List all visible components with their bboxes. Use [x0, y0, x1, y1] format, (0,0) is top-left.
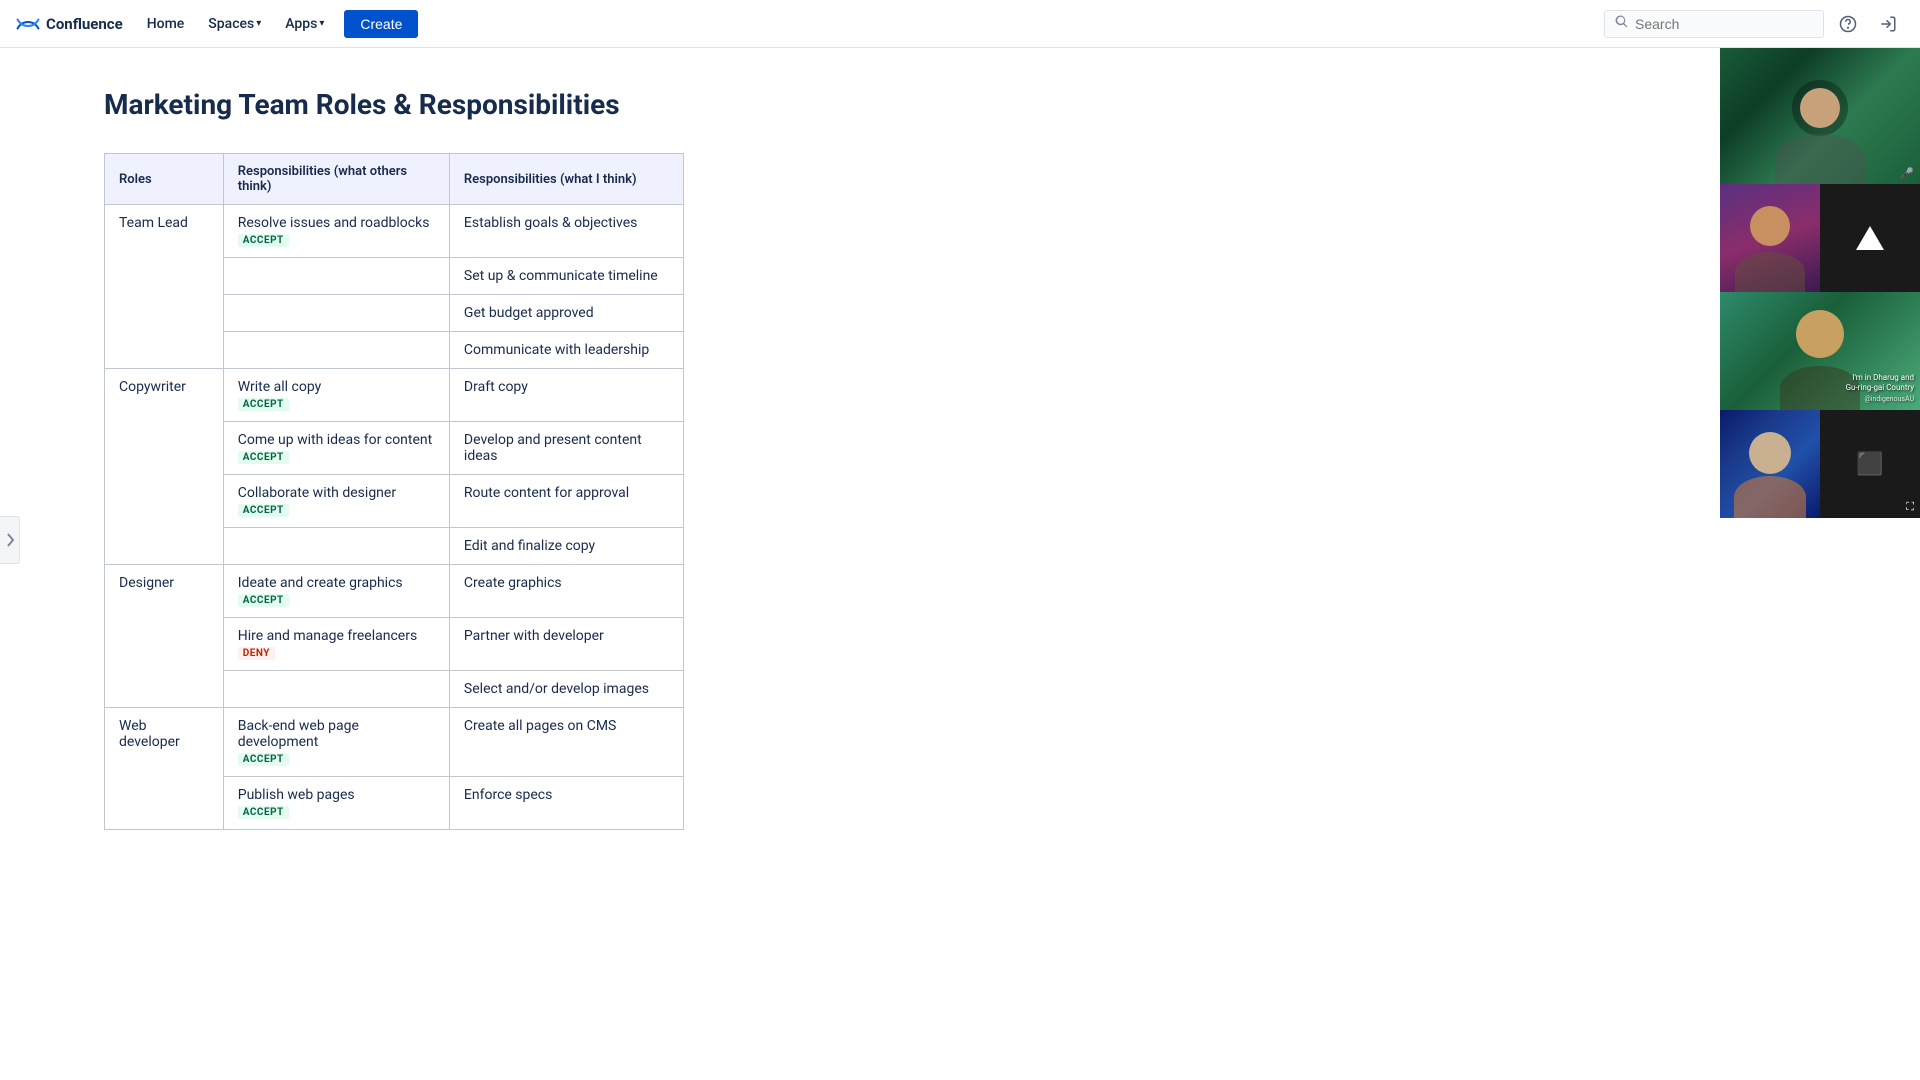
video-tile-2 — [1720, 184, 1820, 292]
mine-cell: Partner with developer — [449, 618, 683, 671]
others-cell: Hire and manage freelancers DENY — [223, 618, 449, 671]
status-badge: ACCEPT — [238, 753, 289, 766]
create-button[interactable]: Create — [344, 10, 418, 38]
mine-cell: Set up & communicate timeline — [449, 258, 683, 295]
settings-icon-6: ⛶ — [1906, 500, 1914, 514]
mine-cell: Create graphics — [449, 565, 683, 618]
status-badge: ACCEPT — [238, 451, 289, 464]
apps-chevron-icon: ▾ — [319, 18, 324, 29]
search-box[interactable] — [1604, 10, 1824, 38]
others-cell — [223, 671, 449, 708]
others-cell: Write all copy ACCEPT — [223, 369, 449, 422]
confluence-wordmark: Confluence — [46, 15, 123, 33]
responsibility-text: Hire and manage freelancers — [238, 628, 417, 644]
others-cell: Resolve issues and roadblocks ACCEPT — [223, 205, 449, 258]
page-title: Marketing Team Roles & Responsibilities — [104, 88, 1184, 121]
sidebar-toggle[interactable] — [0, 516, 20, 564]
col-mine: Responsibilities (what I think) — [449, 154, 683, 205]
col-roles: Roles — [105, 154, 224, 205]
mine-cell: Select and/or develop images — [449, 671, 683, 708]
video-tile-4: I'm in Dharug andGu-ring-gai Country@ind… — [1720, 292, 1920, 410]
responsibility-text: Back-end web page development — [238, 718, 359, 750]
table-row: CopywriterWrite all copyACCEPTDraft copy — [105, 369, 684, 422]
video-tile-3 — [1820, 184, 1920, 292]
help-button[interactable] — [1832, 8, 1864, 40]
confluence-logo[interactable]: Confluence — [16, 12, 123, 36]
others-cell — [223, 332, 449, 369]
others-cell — [223, 528, 449, 565]
video-panel: 🎤 I'm in Dharug andGu-ring-gai Country@i… — [1720, 36, 1920, 518]
others-cell — [223, 295, 449, 332]
mine-cell: Get budget approved — [449, 295, 683, 332]
table-row: Web developerBack-end web page developme… — [105, 708, 684, 777]
atlassian-logo-icon — [1856, 226, 1884, 250]
others-cell: Come up with ideas for content ACCEPT — [223, 422, 449, 475]
status-badge: ACCEPT — [238, 234, 289, 247]
nav-home[interactable]: Home — [139, 12, 193, 36]
table-row: DesignerIdeate and create graphicsACCEPT… — [105, 565, 684, 618]
responsibility-text: Collaborate with designer — [238, 485, 396, 501]
role-cell: Copywriter — [105, 369, 224, 565]
video-tile-6: ⬛ ⛶ — [1820, 410, 1920, 518]
search-input[interactable] — [1635, 16, 1813, 32]
col-others: Responsibilities (what others think) — [223, 154, 449, 205]
responsibility-text: Ideate and create graphics — [238, 575, 403, 591]
spaces-chevron-icon: ▾ — [256, 18, 261, 29]
status-badge: DENY — [238, 647, 275, 660]
status-badge: ACCEPT — [238, 594, 289, 607]
mine-cell: Enforce specs — [449, 777, 683, 830]
others-cell: Ideate and create graphics ACCEPT — [223, 565, 449, 618]
table-row: Team LeadResolve issues and roadblocksAC… — [105, 205, 684, 258]
video-grid: I'm in Dharug andGu-ring-gai Country@ind… — [1720, 184, 1920, 410]
video-name-overlay-4: I'm in Dharug andGu-ring-gai Country@ind… — [1726, 373, 1914, 404]
mic-icon-1: 🎤 — [1900, 167, 1914, 180]
mine-cell: Communicate with leadership — [449, 332, 683, 369]
responsibility-text: Come up with ideas for content — [238, 432, 432, 448]
role-cell: Designer — [105, 565, 224, 708]
top-navigation: Confluence Home Spaces ▾ Apps ▾ Create — [0, 0, 1920, 48]
search-icon — [1615, 15, 1629, 33]
responsibility-text: Resolve issues and roadblocks — [238, 215, 430, 231]
video-tile-5 — [1720, 410, 1820, 518]
nav-apps[interactable]: Apps ▾ — [277, 12, 332, 36]
mine-cell: Draft copy — [449, 369, 683, 422]
nav-spaces[interactable]: Spaces ▾ — [200, 12, 269, 36]
role-cell: Web developer — [105, 708, 224, 830]
mine-cell: Edit and finalize copy — [449, 528, 683, 565]
others-cell: Collaborate with designer ACCEPT — [223, 475, 449, 528]
video-tile-1: 🎤 — [1720, 36, 1920, 184]
status-badge: ACCEPT — [238, 398, 289, 411]
mine-cell: Develop and present content ideas — [449, 422, 683, 475]
others-cell: Back-end web page development ACCEPT — [223, 708, 449, 777]
main-content: Marketing Team Roles & Responsibilities … — [24, 48, 1264, 910]
mine-cell: Route content for approval — [449, 475, 683, 528]
video-grid-bottom: ⬛ ⛶ — [1720, 410, 1920, 518]
responsibility-text: Publish web pages — [238, 787, 355, 803]
status-badge: ACCEPT — [238, 504, 289, 517]
responsibility-text: Write all copy — [238, 379, 322, 395]
signin-button[interactable] — [1872, 8, 1904, 40]
mine-cell: Establish goals & objectives — [449, 205, 683, 258]
status-badge: ACCEPT — [238, 806, 289, 819]
mine-cell: Create all pages on CMS — [449, 708, 683, 777]
roles-table: Roles Responsibilities (what others thin… — [104, 153, 684, 830]
others-cell — [223, 258, 449, 295]
role-cell: Team Lead — [105, 205, 224, 369]
others-cell: Publish web pages ACCEPT — [223, 777, 449, 830]
nav-right-section — [1604, 8, 1904, 40]
